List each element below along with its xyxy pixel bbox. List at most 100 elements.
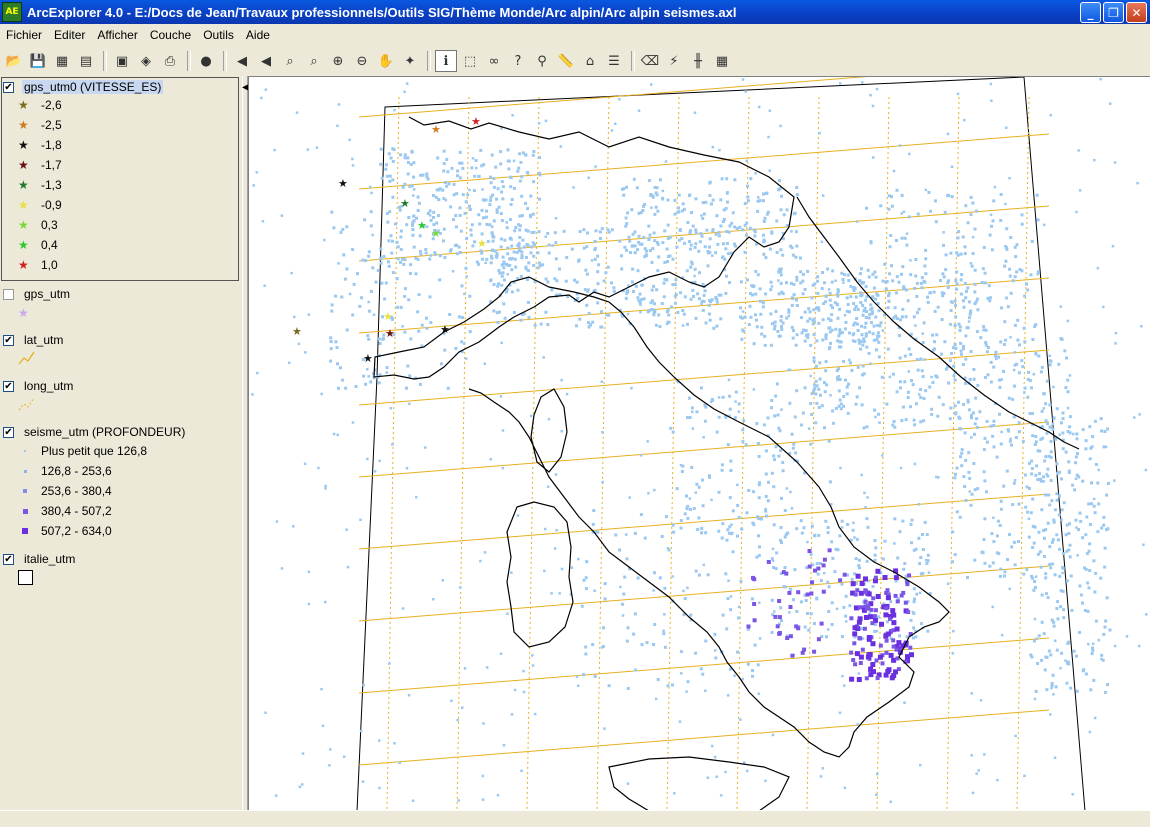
gps-class-row: ★ -1,3 [18, 176, 62, 194]
open-icon[interactable]: 📂 [3, 50, 25, 72]
layer-long-utm-label[interactable]: long_utm [22, 379, 75, 393]
map-extent-frame [356, 77, 1086, 810]
zoom-layer-icon[interactable]: ⌕ [303, 50, 325, 72]
square-symbol-icon [23, 469, 27, 473]
full-extent-icon[interactable]: ✦ [399, 50, 421, 72]
seisme-class-row: 126,8 - 253,6 [18, 462, 112, 480]
menu-aide[interactable]: Aide [240, 28, 276, 42]
menu-outils[interactable]: Outils [197, 28, 240, 42]
export-icon[interactable]: ▤ [75, 50, 97, 72]
zoom-next-icon[interactable]: ◀ [255, 50, 277, 72]
menu-editer[interactable]: Editer [48, 28, 91, 42]
gps-class-row: ★ -1,8 [18, 136, 62, 154]
gps-star-marker: ★ [477, 237, 487, 250]
globe-icon[interactable]: ● [195, 50, 217, 72]
minimize-button[interactable]: _ [1080, 2, 1101, 23]
gps-class-row: ★ -1,7 [18, 156, 62, 174]
close-button[interactable]: ✕ [1126, 2, 1147, 23]
gps-class-row: ★ 0,3 [18, 216, 58, 234]
star-symbol-icon: ★ [18, 218, 29, 232]
status-bar [0, 810, 1150, 827]
layer-seisme-utm[interactable]: ✔ seisme_utm (PROFONDEUR) [3, 425, 187, 439]
layer-seisme-utm-checkbox[interactable]: ✔ [3, 426, 14, 438]
star-symbol-icon: ★ [18, 118, 29, 132]
save-image-icon[interactable]: ▦ [51, 50, 73, 72]
sicily-coastline [608, 756, 790, 810]
menu-afficher[interactable]: Afficher [91, 28, 143, 42]
zoom-out-icon[interactable]: ⊖ [351, 50, 373, 72]
gps-star-marker: ★ [400, 197, 410, 210]
select-icon[interactable]: ⬚ [459, 50, 481, 72]
title-bar: AE ArcExplorer 4.0 - E:/Docs de Jean/Tra… [0, 0, 1150, 24]
gps-star-marker: ★ [363, 352, 373, 365]
star-symbol-icon: ★ [18, 178, 29, 192]
layer-lat-utm[interactable]: ✔ lat_utm [3, 333, 65, 347]
erase-icon[interactable]: ⌫ [639, 50, 661, 72]
star-symbol-icon: ★ [18, 238, 29, 252]
layer-gps-utm0[interactable]: ✔ gps_utm0 (VITESSE_ES) [3, 80, 164, 94]
menu-couche[interactable]: Couche [144, 28, 197, 42]
query-icon[interactable]: ? [507, 50, 529, 72]
layer-gps-utm-checkbox[interactable] [3, 288, 14, 300]
star-symbol-icon: ★ [18, 98, 29, 112]
toolbar: 📂 💾 ▦ ▤ ▣ ◈ ⎙ ● ◀ ◀ ⌕ ⌕ ⊕ ⊖ ✋ ✦ ℹ ⬚ ∞ ? … [0, 48, 1150, 74]
star-symbol-icon: ★ [18, 138, 29, 152]
print-setup-icon[interactable]: ▣ [111, 50, 133, 72]
star-symbol-icon: ★ [18, 158, 29, 172]
layer-lat-utm-label[interactable]: lat_utm [22, 333, 65, 347]
gps-class-row: ★ -2,6 [18, 96, 62, 114]
gps-star-marker: ★ [383, 310, 393, 323]
gps-class-row: ★ 0,4 [18, 236, 58, 254]
properties-icon[interactable]: ☰ [603, 50, 625, 72]
gps-class-row: ★ 1,0 [18, 256, 58, 274]
save-icon[interactable]: 💾 [27, 50, 49, 72]
hyperlink-icon[interactable]: ⚡ [663, 50, 685, 72]
gps-class-label: -2,5 [41, 118, 62, 132]
identify-icon[interactable]: ℹ [435, 50, 457, 72]
arcexplorer-logo-icon: AE [2, 2, 22, 22]
window-title: ArcExplorer 4.0 - E:/Docs de Jean/Travau… [27, 4, 737, 20]
print-icon[interactable]: ⎙ [159, 50, 181, 72]
measure-icon[interactable]: 📏 [555, 50, 577, 72]
gps-class-label: 0,3 [41, 218, 58, 232]
gps-star-marker: ★ [440, 323, 450, 336]
layer-italie-utm-checkbox[interactable]: ✔ [3, 553, 14, 565]
layer-gps-utm-label[interactable]: gps_utm [22, 287, 72, 301]
grid-icon[interactable]: ╫ [687, 50, 709, 72]
layer-seisme-utm-label[interactable]: seisme_utm (PROFONDEUR) [22, 425, 187, 439]
maximize-button[interactable]: ❐ [1103, 2, 1124, 23]
gps-star-marker: ★ [417, 219, 427, 232]
layer-italie-utm-label[interactable]: italie_utm [22, 552, 77, 566]
map-view[interactable]: ★ ★ ★ ★ ★ ★ ★ ★ ★ ★ ★ ★ [248, 76, 1150, 810]
copy-icon[interactable]: ◈ [135, 50, 157, 72]
layer-gps-utm0-checkbox[interactable]: ✔ [3, 81, 14, 93]
layer-gps-utm0-label[interactable]: gps_utm0 (VITESSE_ES) [22, 80, 164, 94]
seisme-class-row: 253,6 - 380,4 [18, 482, 112, 500]
address-icon[interactable]: ⚲ [531, 50, 553, 72]
layer-lat-utm-checkbox[interactable]: ✔ [3, 334, 14, 346]
menu-bar: Fichier Editer Afficher Couche Outils Ai… [0, 25, 1150, 45]
layer-legend-panel: ✔ gps_utm0 (VITESSE_ES) ★ -2,6 ★ -2,5 ★ -1,8 ★… [0, 76, 244, 810]
gps-star-marker: ★ [431, 227, 441, 240]
buffer-icon[interactable]: ⌂ [579, 50, 601, 72]
square-symbol-icon [22, 508, 28, 514]
seisme-class-row: 507,2 - 634,0 [18, 522, 112, 540]
seisme-class-row: 380,4 - 507,2 [18, 502, 112, 520]
dashed-line-symbol-icon [18, 397, 35, 411]
zoom-previous-icon[interactable]: ◀ [231, 50, 253, 72]
polygon-symbol-icon [18, 569, 33, 585]
zoom-extent-icon[interactable]: ⌕ [279, 50, 301, 72]
layer-long-utm[interactable]: ✔ long_utm [3, 379, 75, 393]
map-canvas[interactable]: ★ ★ ★ ★ ★ ★ ★ ★ ★ ★ ★ ★ [249, 77, 1150, 810]
find-binoculars-icon[interactable]: ∞ [483, 50, 505, 72]
layer-gps-utm[interactable]: gps_utm [3, 287, 72, 301]
star-symbol-icon: ★ [18, 198, 29, 212]
layer-long-utm-checkbox[interactable]: ✔ [3, 380, 14, 392]
sardinia-coastline [506, 501, 574, 648]
table-icon[interactable]: ▦ [711, 50, 733, 72]
menu-fichier[interactable]: Fichier [0, 28, 48, 42]
pan-hand-icon[interactable]: ✋ [375, 50, 397, 72]
zoom-in-icon[interactable]: ⊕ [327, 50, 349, 72]
gps-star-marker: ★ [338, 177, 348, 190]
layer-italie-utm[interactable]: ✔ italie_utm [3, 552, 77, 566]
